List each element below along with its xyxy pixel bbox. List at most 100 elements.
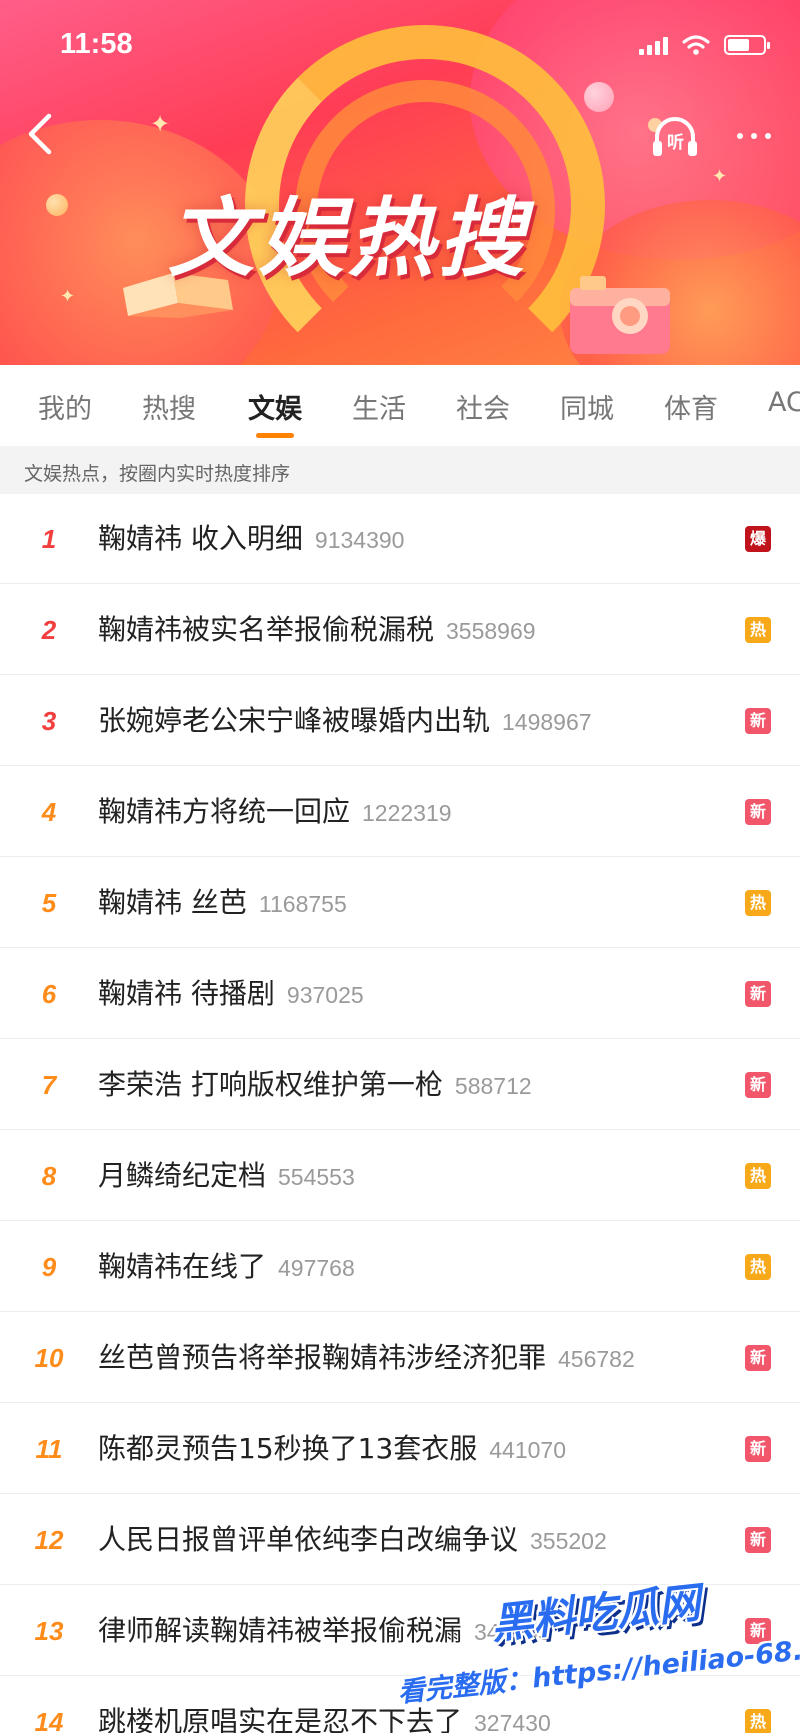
- heat-count: 3558969: [446, 618, 536, 644]
- hot-search-title-wrap: 鞠婧祎 待播剧 937025: [98, 949, 364, 1039]
- hot-search-row[interactable]: 13 律师解读鞠婧祎被举报偷税漏 347305 新: [0, 1586, 800, 1676]
- rank-number: 13: [34, 1616, 64, 1646]
- hot-search-title: 律师解读鞠婧祎被举报偷税漏: [98, 1614, 463, 1647]
- hot-search-row[interactable]: 9 鞠婧祎在线了 497768 热: [0, 1222, 800, 1312]
- listen-label: 听: [667, 133, 684, 153]
- status-badge: 新: [745, 1072, 771, 1098]
- tab-society[interactable]: 社会: [456, 387, 510, 426]
- wifi-icon: [682, 35, 710, 55]
- chevron-left-icon: [28, 113, 52, 155]
- status-badge: 新: [745, 799, 771, 825]
- status-badge: 热: [745, 1163, 771, 1189]
- list-description: 文娱热点，按圈内实时热度排序: [0, 446, 800, 494]
- hot-search-title-wrap: 李荣浩 打响版权维护第一枪 588712: [98, 1040, 532, 1130]
- hot-search-row[interactable]: 8 月鳞绮纪定档 554553 热: [0, 1131, 800, 1221]
- heat-count: 588712: [454, 1073, 532, 1099]
- dot-icon: [737, 133, 743, 139]
- hot-search-title: 跳楼机原唱实在是忍不下去了: [98, 1705, 463, 1733]
- status-badge: 新: [745, 981, 771, 1007]
- tab-acg[interactable]: AC: [768, 387, 800, 418]
- status-badge: 爆: [745, 526, 771, 552]
- active-tab-indicator: [256, 433, 294, 438]
- hot-search-title-wrap: 律师解读鞠婧祎被举报偷税漏 347305: [98, 1586, 551, 1676]
- hot-search-row[interactable]: 2 鞠婧祎被实名举报偷税漏税 3558969 热: [0, 585, 800, 675]
- heat-count: 1222319: [362, 800, 452, 826]
- header-banner: ✦ ✦ ✦ 11:58 听 文娱热搜: [0, 0, 800, 365]
- battery-icon: [724, 35, 770, 55]
- dot-icon: [751, 133, 757, 139]
- tab-entertainment[interactable]: 文娱: [248, 387, 302, 426]
- hot-search-row[interactable]: 14 跳楼机原唱实在是忍不下去了 327430 热: [0, 1677, 800, 1733]
- back-button[interactable]: [18, 112, 62, 156]
- rank-number: 3: [41, 706, 57, 736]
- hot-search-title-wrap: 陈都灵预告15秒换了13套衣服 441070: [98, 1404, 566, 1494]
- hot-search-title-wrap: 张婉婷老公宋宁峰被曝婚内出轨 1498967: [98, 676, 592, 766]
- heat-count: 1498967: [502, 709, 592, 735]
- rank-number: 1: [41, 524, 57, 554]
- rank-number: 7: [41, 1070, 57, 1100]
- tab-mine[interactable]: 我的: [38, 387, 92, 426]
- hot-search-title: 月鳞绮纪定档: [98, 1159, 267, 1192]
- rank-number: 8: [41, 1161, 57, 1191]
- hot-search-title-wrap: 鞠婧祎在线了 497768: [98, 1222, 355, 1312]
- status-badge: 热: [745, 617, 771, 643]
- status-badge: 新: [745, 1618, 771, 1644]
- status-badge: 新: [745, 708, 771, 734]
- hot-search-row[interactable]: 5 鞠婧祎 丝芭 1168755 热: [0, 858, 800, 948]
- heat-count: 9134390: [314, 527, 405, 553]
- dot-icon: [765, 133, 771, 139]
- status-badge: 新: [745, 1436, 771, 1462]
- heat-count: 355202: [530, 1528, 607, 1554]
- tab-hot-search[interactable]: 热搜: [142, 387, 196, 426]
- status-time: 11:58: [60, 28, 133, 60]
- hot-search-row[interactable]: 11 陈都灵预告15秒换了13套衣服 441070 新: [0, 1404, 800, 1494]
- hot-search-row[interactable]: 6 鞠婧祎 待播剧 937025 新: [0, 949, 800, 1039]
- list-description-text: 文娱热点，按圈内实时热度排序: [24, 463, 291, 485]
- hot-search-row[interactable]: 12 人民日报曾评单依纯李白改编争议 355202 新: [0, 1495, 800, 1585]
- hot-search-row[interactable]: 10 丝芭曾预告将举报鞠婧祎涉经济犯罪 456782 新: [0, 1313, 800, 1403]
- hot-search-row[interactable]: 3 张婉婷老公宋宁峰被曝婚内出轨 1498967 新: [0, 676, 800, 766]
- hot-search-title: 陈都灵预告15秒换了13套衣服: [98, 1432, 478, 1465]
- tab-sports[interactable]: 体育: [664, 387, 718, 426]
- status-badge: 热: [745, 1709, 771, 1733]
- tab-local[interactable]: 同城: [560, 387, 614, 426]
- heat-count: 441070: [489, 1437, 567, 1463]
- sparkle-icon: ✦: [712, 166, 728, 187]
- hot-search-row[interactable]: 1 鞠婧祎 收入明细 9134390 爆: [0, 494, 800, 584]
- more-options-button[interactable]: [726, 116, 782, 156]
- hot-search-title: 丝芭曾预告将举报鞠婧祎涉经济犯罪: [98, 1341, 547, 1374]
- planet-decoration: [46, 194, 68, 216]
- app-root: ✦ ✦ ✦ 11:58 听 文娱热搜 我的 热搜 文娱 生活 社会 同城 体育 …: [0, 0, 800, 1733]
- listen-button[interactable]: 听: [650, 112, 700, 162]
- status-badge: 新: [745, 1345, 771, 1371]
- hot-search-title-wrap: 鞠婧祎被实名举报偷税漏税 3558969: [98, 585, 536, 675]
- rank-number: 4: [41, 797, 57, 827]
- status-bar: 11:58: [0, 0, 800, 96]
- category-tabs: 我的 热搜 文娱 生活 社会 同城 体育 AC: [0, 365, 800, 443]
- heat-count: 554553: [278, 1164, 355, 1190]
- tab-life[interactable]: 生活: [352, 387, 406, 426]
- heat-count: 497768: [278, 1255, 355, 1281]
- status-badge: 热: [745, 1254, 771, 1280]
- hot-search-title-wrap: 跳楼机原唱实在是忍不下去了 327430: [98, 1677, 551, 1733]
- rank-number: 6: [41, 979, 57, 1009]
- heat-count: 327430: [474, 1710, 551, 1733]
- rank-number: 12: [34, 1525, 64, 1555]
- rank-number: 10: [34, 1343, 64, 1373]
- rank-number: 2: [41, 615, 57, 645]
- hot-search-title: 李荣浩 打响版权维护第一枪: [98, 1068, 443, 1101]
- heat-count: 347305: [474, 1619, 551, 1645]
- hot-search-title: 鞠婧祎 收入明细: [98, 522, 303, 555]
- heat-count: 456782: [558, 1346, 635, 1372]
- hot-search-title: 鞠婧祎被实名举报偷税漏税: [98, 613, 435, 646]
- hot-search-row[interactable]: 4 鞠婧祎方将统一回应 1222319 新: [0, 767, 800, 857]
- status-icons: [639, 34, 770, 56]
- hot-search-title-wrap: 月鳞绮纪定档 554553: [98, 1131, 355, 1221]
- hot-search-title: 鞠婧祎 待播剧: [98, 977, 275, 1010]
- hot-search-title-wrap: 鞠婧祎 收入明细 9134390: [98, 494, 404, 584]
- status-badge: 新: [745, 1527, 771, 1553]
- rank-number: 11: [35, 1434, 63, 1464]
- hot-search-row[interactable]: 7 李荣浩 打响版权维护第一枪 588712 新: [0, 1040, 800, 1130]
- hot-search-title: 人民日报曾评单依纯李白改编争议: [98, 1523, 519, 1556]
- hot-search-title-wrap: 鞠婧祎方将统一回应 1222319: [98, 767, 452, 857]
